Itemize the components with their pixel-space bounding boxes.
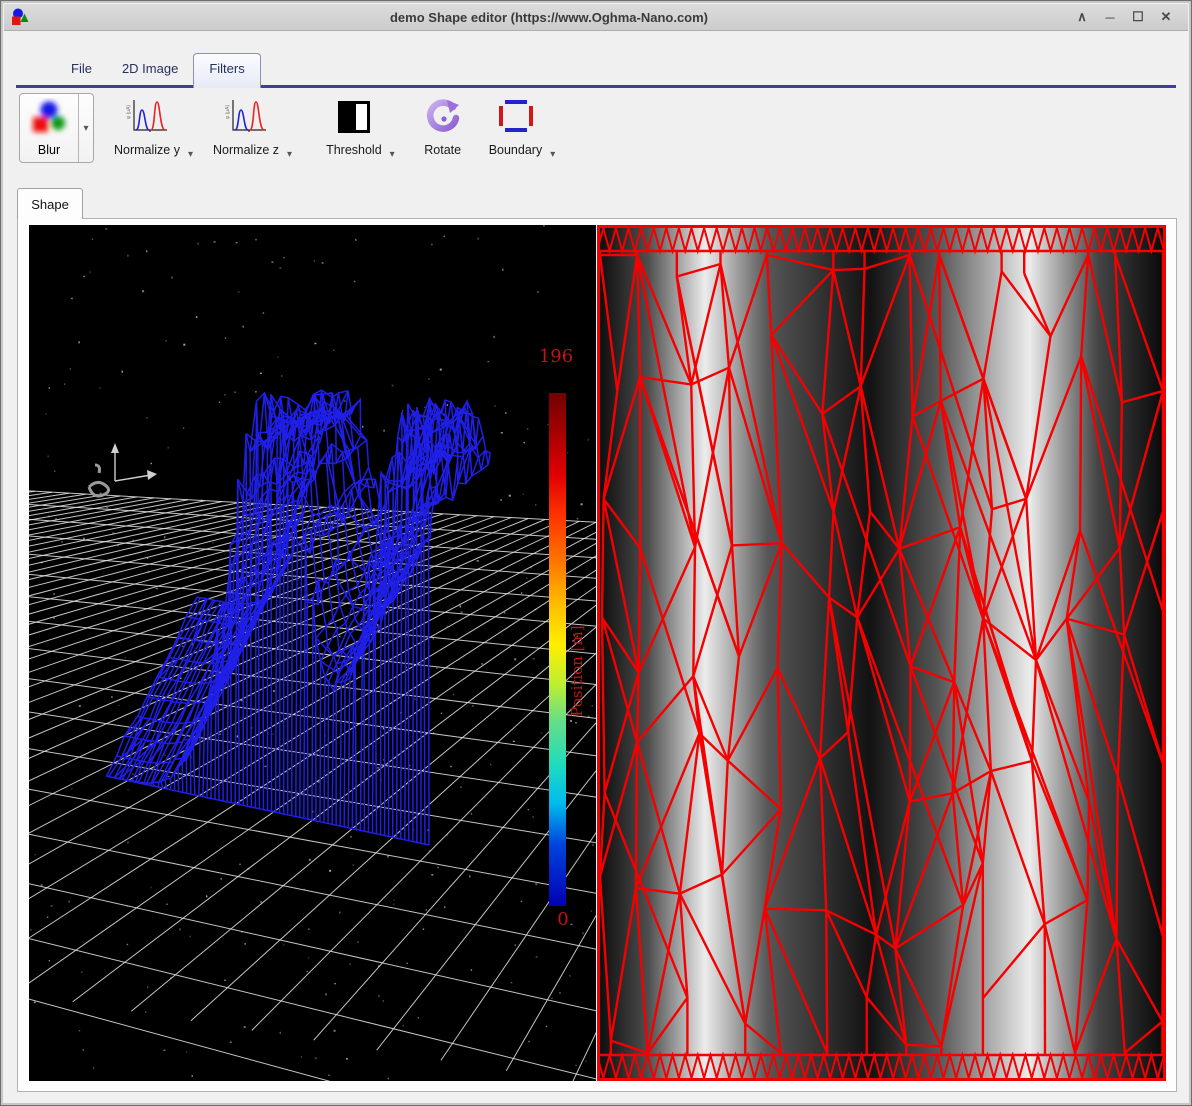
shape-page: 196 0 Position [m] [17, 218, 1177, 1092]
rotate-label: Rotate [424, 143, 462, 157]
close-button[interactable]: ✕ [1152, 6, 1180, 28]
app-window: demo Shape editor (https://www.Oghma-Nan… [0, 0, 1192, 1106]
tab-shape[interactable]: Shape [17, 188, 83, 219]
threshold-icon [337, 101, 370, 133]
colorbar-axis-label: Position [m] [568, 625, 586, 716]
rotate-button[interactable]: Rotate [417, 93, 469, 161]
colorbar-max-label: 196 [539, 346, 573, 367]
colorbar [549, 393, 566, 906]
tab-2d-image[interactable]: 2D Image [107, 54, 193, 85]
ribbon-tab-bar: File 2D Image Filters [16, 47, 1176, 88]
threshold-label: Threshold [326, 143, 382, 157]
boundary-dropdown[interactable]: ▾ [550, 149, 555, 160]
window-title: demo Shape editor (https://www.Oghma-Nan… [389, 9, 709, 25]
normalize-z-label: Normalize z [213, 143, 280, 157]
tab-shape-label: Shape [31, 196, 69, 212]
boundary-icon [499, 100, 534, 132]
blur-icon [33, 101, 65, 132]
minimize-button[interactable]: ─ [1096, 6, 1124, 28]
shape-3d-view[interactable]: 196 0 Position [m] [29, 225, 596, 1081]
normalize-y-icon: φ (μA) [126, 100, 167, 132]
blur-dropdown[interactable]: ▾ [78, 94, 93, 162]
normalize-y-button[interactable]: φ (μA) Normalize y [108, 93, 186, 161]
titlebar[interactable]: demo Shape editor (https://www.Oghma-Nan… [4, 4, 1188, 31]
normalize-y-label: Normalize y [114, 143, 180, 157]
rotate-icon [426, 99, 459, 132]
tab-filters[interactable]: Filters [193, 53, 261, 88]
threshold-button[interactable]: Threshold [320, 93, 388, 161]
svg-text:φ (μA): φ (μA) [225, 104, 231, 119]
normalize-z-dropdown[interactable]: ▾ [287, 149, 292, 160]
normalize-z-button[interactable]: φ (μA) Normalize z [207, 93, 285, 161]
shape-2d-mesh-view[interactable] [597, 225, 1166, 1081]
normalize-z-icon: φ (μA) [225, 100, 267, 132]
colorbar-min-label: 0 [557, 909, 568, 930]
shade-button[interactable]: ∧ [1068, 6, 1096, 28]
maximize-button[interactable]: ☐ [1124, 6, 1152, 28]
blur-label: Blur [37, 143, 61, 157]
boundary-label: Boundary [488, 143, 543, 157]
app-logo-icon [12, 8, 29, 25]
blur-button[interactable]: Blur ▾ [19, 93, 94, 163]
normalize-y-dropdown[interactable]: ▾ [188, 149, 193, 160]
threshold-dropdown[interactable]: ▾ [390, 149, 395, 160]
boundary-button[interactable]: Boundary [483, 93, 549, 161]
svg-text:φ (μA): φ (μA) [126, 104, 132, 119]
tab-file[interactable]: File [56, 54, 107, 85]
filters-toolbar: Blur ▾ φ (μA) Normalize y ▾ φ (μA) Norma… [19, 93, 565, 181]
